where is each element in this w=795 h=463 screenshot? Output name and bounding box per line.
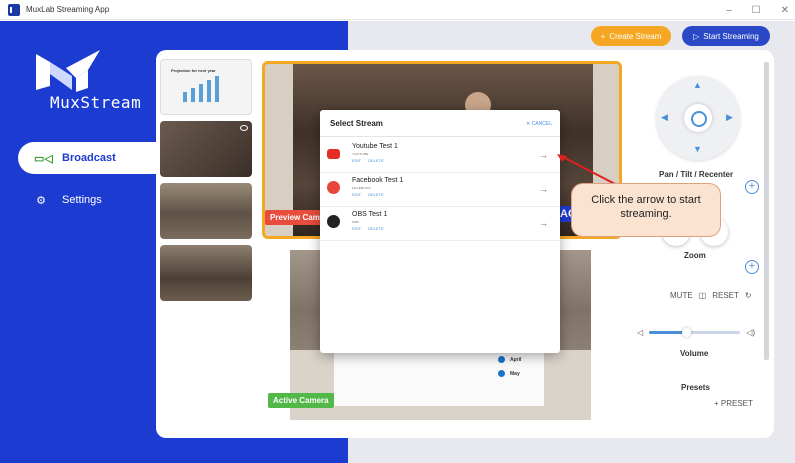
stream-row-youtube[interactable]: Youtube Test 1 YOUTUBE EDIT DELETE → xyxy=(320,139,560,173)
pan-tilt-pad[interactable]: ▲ ▼ ◀ ▶ xyxy=(656,76,740,160)
youtube-icon xyxy=(327,149,340,159)
window-controls: – ☐ ✕ xyxy=(726,0,789,20)
facebook-icon xyxy=(327,181,340,194)
app-logo-icon xyxy=(8,3,22,16)
tilt-up-icon[interactable]: ▲ xyxy=(693,80,702,90)
window-title: MuxLab Streaming App xyxy=(26,5,110,14)
tilt-down-icon[interactable]: ▼ xyxy=(693,144,702,154)
camera-thumbnail-1[interactable]: Projection for next year xyxy=(160,59,252,115)
zoom-label: Zoom xyxy=(684,251,706,260)
nav-label-settings: Settings xyxy=(62,194,102,206)
volume-slider-row: ◁ ◁) xyxy=(637,327,755,337)
create-stream-button[interactable]: + Create Stream xyxy=(591,26,671,46)
mute-button[interactable]: MUTE xyxy=(670,291,693,300)
stream-actions: EDIT DELETE xyxy=(352,226,384,231)
projected-slide: April May xyxy=(334,350,544,406)
stream-type: YOUTUBE xyxy=(352,152,369,156)
active-camera-label: Active Camera xyxy=(268,393,334,408)
instruction-callout: Click the arrow to start streaming. xyxy=(571,183,721,237)
reset-button[interactable]: RESET xyxy=(712,291,739,300)
stream-row-obs[interactable]: OBS Test 1 OBS EDIT DELETE → xyxy=(320,207,560,241)
edit-button[interactable]: EDIT xyxy=(352,192,361,197)
slide-legend-dot xyxy=(498,356,505,363)
cancel-button[interactable]: ✕ CANCEL xyxy=(526,121,552,127)
slide-legend-dot xyxy=(498,370,505,377)
pan-right-icon[interactable]: ▶ xyxy=(726,112,733,123)
thumbnail-bar xyxy=(207,80,211,102)
mute-icon: ◫ xyxy=(698,291,707,300)
camera-thumbnail-2[interactable] xyxy=(160,121,252,177)
thumbnail-bar xyxy=(199,84,203,102)
dialog-divider xyxy=(320,136,560,137)
add-preset-button[interactable]: + PRESET xyxy=(714,399,753,408)
reset-icon[interactable]: ↻ xyxy=(745,291,752,300)
start-stream-arrow-icon[interactable]: → xyxy=(539,184,548,194)
camera-thumbnail-4[interactable] xyxy=(160,245,252,301)
thumbnail-bar xyxy=(215,76,219,102)
add-pan-preset-icon[interactable]: + xyxy=(745,180,759,194)
stream-actions: EDIT DELETE xyxy=(352,158,384,163)
slide-legend-april: April xyxy=(510,357,522,363)
volume-label: Volume xyxy=(680,349,709,358)
brand-name: MuxStream xyxy=(50,93,142,112)
controls-scrollbar[interactable] xyxy=(764,62,769,360)
create-stream-label: Create Stream xyxy=(609,31,662,41)
select-stream-dialog: Select Stream ✕ CANCEL Youtube Test 1 YO… xyxy=(320,110,560,353)
dialog-title: Select Stream xyxy=(330,119,383,128)
stream-type: FACEBOOK xyxy=(352,186,371,190)
stream-actions: EDIT DELETE xyxy=(352,192,384,197)
volume-knob[interactable] xyxy=(681,327,691,337)
muxstream-logo-icon xyxy=(36,50,100,92)
camera-thumbnail-3[interactable] xyxy=(160,183,252,239)
stream-name: OBS Test 1 xyxy=(352,211,388,218)
delete-button[interactable]: DELETE xyxy=(368,226,384,231)
volume-high-icon: ◁) xyxy=(746,327,755,337)
stream-name: Youtube Test 1 xyxy=(352,143,398,150)
nav-label-broadcast: Broadcast xyxy=(62,152,116,164)
thumbnail-bar xyxy=(183,92,187,102)
obs-icon xyxy=(327,215,340,228)
pan-left-icon[interactable]: ◀ xyxy=(661,112,668,123)
volume-fill xyxy=(649,330,686,334)
recenter-button[interactable] xyxy=(684,104,712,132)
minimize-button[interactable]: – xyxy=(726,5,732,16)
edit-button[interactable]: EDIT xyxy=(352,158,361,163)
audio-controls: MUTE ◫ RESET ↻ xyxy=(670,291,752,300)
presets-label: Presets xyxy=(681,383,710,392)
delete-button[interactable]: DELETE xyxy=(368,158,384,163)
start-streaming-label: Start Streaming xyxy=(703,31,759,41)
gear-icon: ⚙ xyxy=(36,194,46,207)
thumbnail-bar xyxy=(191,88,195,102)
stream-name: Facebook Test 1 xyxy=(352,177,404,184)
delete-button[interactable]: DELETE xyxy=(368,192,384,197)
add-zoom-preset-icon[interactable]: + xyxy=(745,260,759,274)
eye-icon xyxy=(240,125,248,131)
maximize-button[interactable]: ☐ xyxy=(752,5,761,16)
start-stream-arrow-icon[interactable]: → xyxy=(539,150,548,160)
stream-type: OBS xyxy=(352,220,360,224)
camera-icon: ▭◁ xyxy=(34,152,53,165)
start-stream-arrow-icon[interactable]: → xyxy=(539,218,548,228)
play-icon: ▷ xyxy=(693,31,700,41)
thumbnail-slide-title: Projection for next year xyxy=(171,68,216,73)
preview-camera-label: Preview Camera xyxy=(265,210,321,225)
close-button[interactable]: ✕ xyxy=(781,5,789,16)
slide-legend-may: May xyxy=(510,371,520,377)
start-streaming-button[interactable]: ▷ Start Streaming xyxy=(682,26,770,46)
volume-low-icon: ◁ xyxy=(637,327,644,337)
nav-item-settings[interactable]: ⚙ Settings xyxy=(18,184,178,216)
stream-row-facebook[interactable]: Facebook Test 1 FACEBOOK EDIT DELETE → xyxy=(320,173,560,207)
volume-slider[interactable] xyxy=(649,327,741,337)
edit-button[interactable]: EDIT xyxy=(352,226,361,231)
plus-icon: + xyxy=(600,31,606,41)
window-titlebar: MuxLab Streaming App – ☐ ✕ xyxy=(0,0,795,20)
